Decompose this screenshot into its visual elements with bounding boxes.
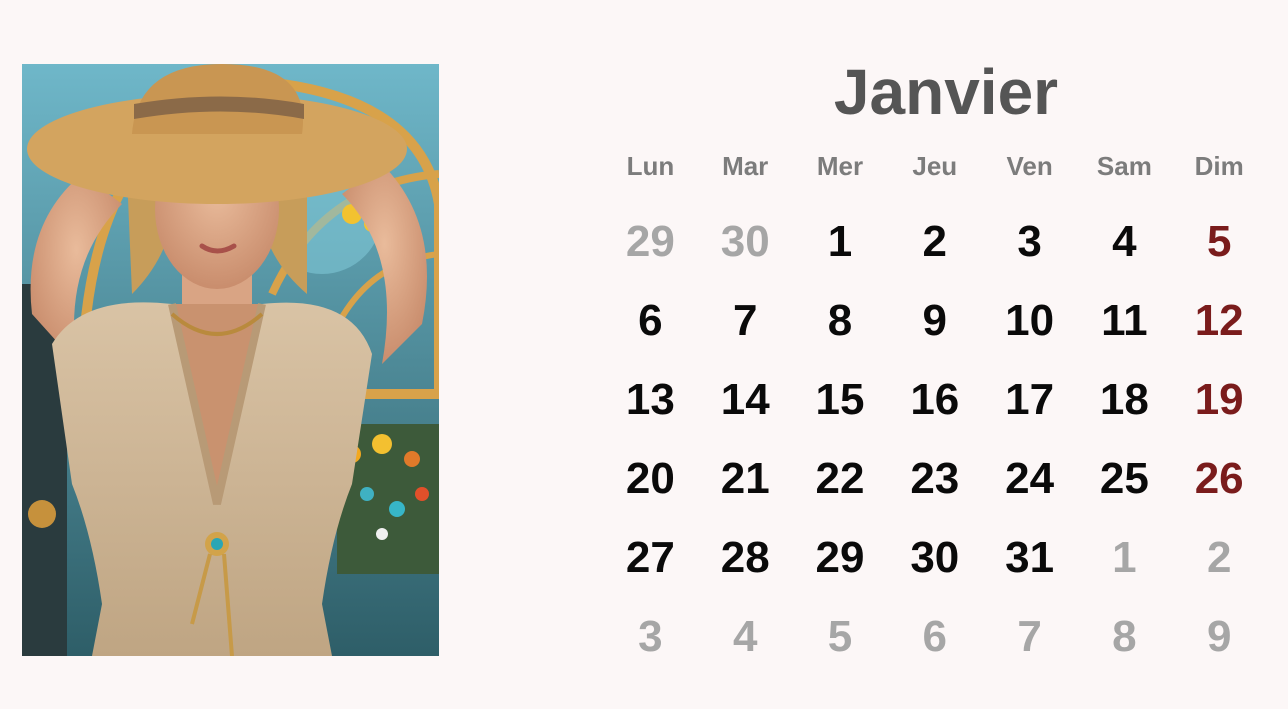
day-cell-other-month: 8 [1112,612,1137,661]
day-cell-sunday: 12 [1194,296,1244,345]
weekday-header-row: Lun Mar Mer Jeu Ven Sam Dim [603,146,1267,186]
day-cell: 20 [625,454,675,503]
day-cell: 17 [1005,375,1055,424]
day-cell: 23 [910,454,960,503]
day-cell-other-month: 1 [1112,533,1137,582]
day-cell: 6 [638,296,663,345]
day-cell: 8 [827,296,853,345]
day-cell: 25 [1099,454,1149,503]
day-cell: 18 [1099,375,1149,424]
day-cell: 3 [1017,217,1042,266]
day-cell-other-month: 6 [922,612,948,661]
days-grid: 29 30 1 2 3 4 5 6 7 8 9 10 11 12 13 14 15 16 17 18 19 20 21 22 2… [603,205,1267,679]
day-cell-sunday: 5 [1206,217,1232,266]
calendar-page: Janvier Lun Mar Mer Jeu Ven Sam Dim 29 30 1 2 3 4 5 6… [0,0,1288,709]
day-cell: 7 [732,296,758,345]
day-cell: 14 [720,375,770,424]
day-cell: 2 [922,217,948,266]
day-cell: 30 [910,533,960,582]
day-cell: 29 [815,533,865,582]
day-cell: 4 [1112,217,1137,266]
day-cell-other-month: 4 [732,612,758,661]
day-cell: 15 [815,375,865,424]
day-cell-other-month: 3 [638,612,663,661]
month-title: Janvier [833,56,1059,128]
day-cell: 31 [1005,533,1055,582]
day-cell-other-month: 5 [827,612,853,661]
weekday-label: Mer [816,151,864,181]
day-cell: 13 [625,375,675,424]
weekday-label: Sam [1096,151,1152,181]
day-cell-other-month: 9 [1206,612,1232,661]
day-cell: 10 [1005,296,1055,345]
day-cell-other-month: 2 [1206,533,1232,582]
weekday-label: Dim [1194,151,1244,181]
weekday-label: Mar [722,151,769,181]
day-cell-sunday: 19 [1194,375,1244,424]
day-cell: 16 [910,375,960,424]
day-cell-other-month: 29 [625,217,675,266]
weekday-label: Ven [1006,151,1053,181]
day-cell: 22 [815,454,865,503]
day-cell: 11 [1101,296,1148,345]
day-cell: 9 [922,296,948,345]
weekday-label: Jeu [912,151,958,181]
day-cell-sunday: 26 [1194,454,1244,503]
day-cell: 28 [720,533,770,582]
weekday-label: Lun [626,151,675,181]
day-cell-other-month: 30 [720,217,770,266]
day-cell-other-month: 7 [1017,612,1042,661]
day-cell: 21 [720,454,770,503]
calendar-photo [22,64,439,656]
day-cell: 27 [625,533,675,582]
day-cell: 1 [827,217,853,266]
day-cell: 24 [1005,454,1055,503]
